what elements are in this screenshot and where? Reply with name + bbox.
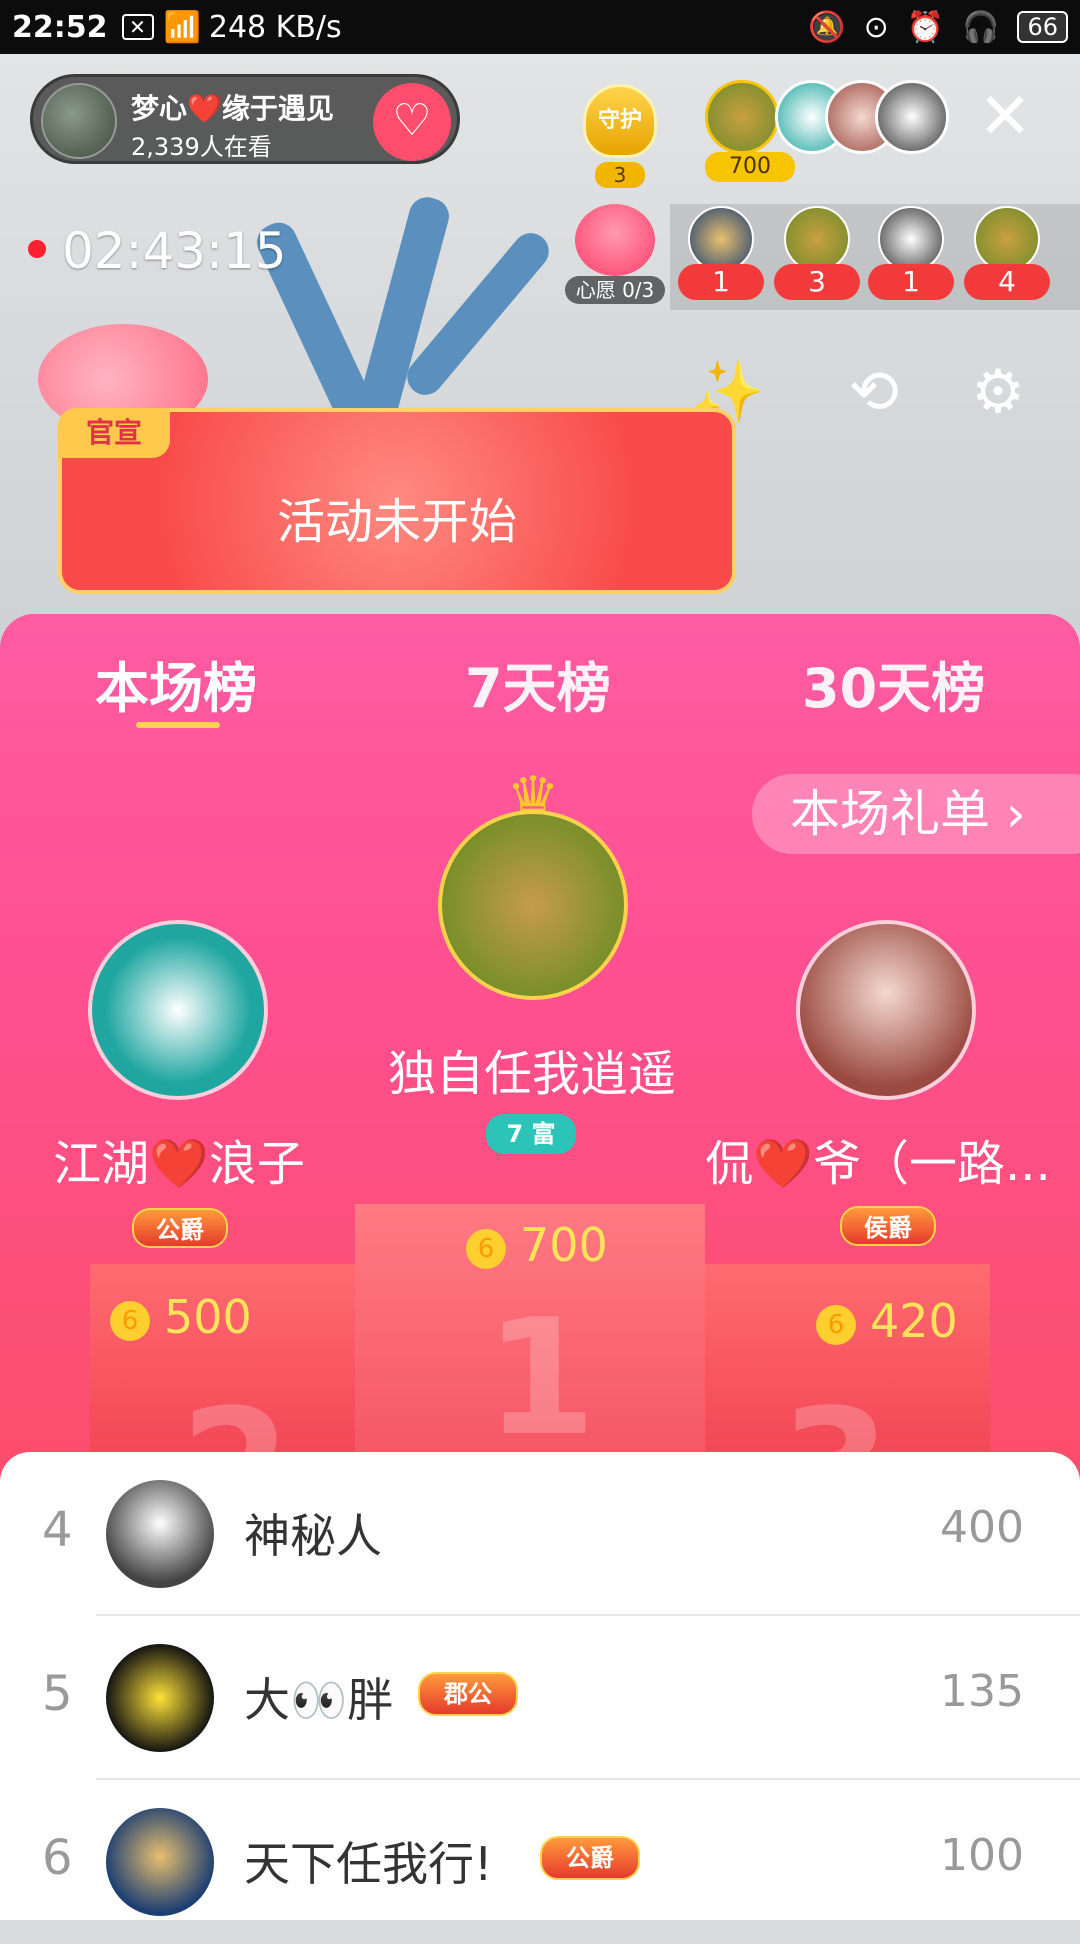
alarm-icon: ⏰ xyxy=(906,9,945,45)
rank3-title-badge: 侯爵 xyxy=(840,1206,936,1246)
wish-heart-icon xyxy=(575,204,655,276)
list-rank: 4 xyxy=(42,1502,73,1558)
live-video-area: 梦心❤️缘于遇见 2,339人在看 ♡ 守护 3 700 ✕ 02:43:15 … xyxy=(0,54,1080,654)
list-value: 400 xyxy=(940,1502,1024,1553)
ranking-list: 4 神秘人 400 5 大👀胖 郡公 135 6 天下任我行! 公爵 100 xyxy=(0,1452,1080,1920)
gifter-item[interactable]: 1 xyxy=(868,206,954,310)
list-title-badge: 公爵 xyxy=(540,1836,640,1880)
rank2-avatar[interactable] xyxy=(88,920,268,1100)
wish-widget[interactable]: 心愿 0/3 xyxy=(565,204,665,314)
list-rank: 5 xyxy=(42,1666,73,1722)
gift-list-button[interactable]: 本场礼单 › xyxy=(752,774,1080,854)
status-time: 22:52 xyxy=(12,9,108,45)
tab-7-days[interactable]: 7天榜 xyxy=(465,644,611,723)
rank1-score-value: 700 xyxy=(520,1218,608,1272)
coin-icon: 6 xyxy=(816,1304,856,1345)
gifter-strip: 1 3 1 4 xyxy=(670,204,1080,310)
camera-switch-icon[interactable]: ⟲ xyxy=(836,354,912,430)
tab-30-days[interactable]: 30天榜 xyxy=(802,644,985,723)
rank1-level-badge: 7 富 xyxy=(486,1114,576,1154)
lock-rotation-icon: ⊙ xyxy=(863,9,889,45)
list-avatar[interactable] xyxy=(106,1644,214,1752)
list-value: 100 xyxy=(940,1830,1024,1881)
list-item[interactable]: 4 神秘人 400 xyxy=(0,1452,1080,1616)
list-name: 大👀胖 xyxy=(244,1673,394,1727)
banner-text: 活动未开始 xyxy=(276,494,517,550)
rank1-avatar[interactable] xyxy=(438,810,628,1000)
guard-badge[interactable]: 守护 3 xyxy=(575,84,665,188)
follow-heart-button[interactable]: ♡ xyxy=(373,83,451,161)
mute-icon: 🔕 xyxy=(808,9,846,45)
list-item[interactable]: 6 天下任我行! 公爵 100 xyxy=(0,1780,1080,1944)
top-fans-avatars[interactable]: 700 xyxy=(705,80,949,182)
recording-dot-icon xyxy=(28,240,46,258)
coin-icon: 6 xyxy=(466,1228,506,1269)
network-speed: 248 KB/s xyxy=(208,9,342,45)
list-avatar[interactable] xyxy=(106,1808,214,1916)
gifter-avatar xyxy=(878,206,944,272)
list-name: 天下任我行! xyxy=(244,1837,493,1891)
gear-icon[interactable]: ⚙ xyxy=(960,354,1036,430)
notification-x-icon: ✕ xyxy=(121,14,154,40)
rank2-score-value: 500 xyxy=(164,1290,252,1344)
gifter-count: 3 xyxy=(774,264,860,300)
rank2-score: 6 500 xyxy=(110,1290,252,1344)
banner-tag: 官宣 xyxy=(58,408,170,458)
list-rank: 6 xyxy=(42,1830,73,1886)
rank3-score: 6 420 xyxy=(816,1294,958,1348)
activity-banner[interactable]: 官宣 活动未开始 xyxy=(58,408,736,594)
rank2-title-badge: 公爵 xyxy=(132,1208,228,1248)
list-name: 神秘人 xyxy=(244,1509,382,1563)
rank3-name: 侃❤️爷（一路... xyxy=(705,1136,1051,1192)
wifi-icon: 📶 xyxy=(163,9,201,45)
gifter-count: 1 xyxy=(868,264,954,300)
gifter-count: 4 xyxy=(964,264,1050,300)
gifter-item[interactable]: 1 xyxy=(678,206,764,310)
active-tab-indicator xyxy=(136,722,220,728)
podium-number: 1 xyxy=(485,1284,597,1471)
fan-avatar[interactable] xyxy=(705,80,779,154)
gifter-avatar xyxy=(974,206,1040,272)
live-timer: 02:43:15 xyxy=(62,222,287,280)
close-icon[interactable]: ✕ xyxy=(970,84,1040,154)
battery-indicator: 66 xyxy=(1017,11,1068,43)
list-title-badge: 郡公 xyxy=(418,1672,518,1716)
coin-icon: 6 xyxy=(110,1300,150,1341)
list-avatar[interactable] xyxy=(106,1480,214,1588)
gifter-item[interactable]: 4 xyxy=(964,206,1050,310)
top-fan-value: 700 xyxy=(705,152,795,182)
gifter-item[interactable]: 3 xyxy=(774,206,860,310)
fan-avatar[interactable] xyxy=(875,80,949,154)
gifter-count: 1 xyxy=(678,264,764,300)
rank1-score: 6 700 xyxy=(466,1218,608,1272)
guard-label: 守护 xyxy=(597,108,642,133)
status-bar: 22:52 ✕ 📶 248 KB/s 🔕 ⊙ ⏰ 🎧 66 xyxy=(0,0,1080,54)
ranking-tabs: 本场榜 7天榜 30天榜 xyxy=(0,644,1080,734)
host-name: 梦心❤️缘于遇见 xyxy=(131,92,334,125)
viewer-count: 2,339人在看 xyxy=(131,133,272,161)
wish-label: 心愿 0/3 xyxy=(565,276,665,304)
headphones-icon: 🎧 xyxy=(962,9,1000,45)
host-avatar[interactable] xyxy=(41,83,117,159)
gifter-avatar xyxy=(688,206,754,272)
gifter-avatar xyxy=(784,206,850,272)
list-item[interactable]: 5 大👀胖 郡公 135 xyxy=(0,1616,1080,1780)
tab-this-session[interactable]: 本场榜 xyxy=(95,644,257,723)
rank2-name: 江湖❤️浪子 xyxy=(53,1136,305,1192)
rank3-score-value: 420 xyxy=(870,1294,958,1348)
rank1-name: 独自任我逍遥 xyxy=(387,1046,676,1102)
status-right-icons: 🔕 ⊙ ⏰ 🎧 66 xyxy=(808,10,1068,45)
guard-count: 3 xyxy=(595,162,645,188)
rank3-avatar[interactable] xyxy=(796,920,976,1100)
list-value: 135 xyxy=(940,1666,1024,1717)
host-info-pill[interactable]: 梦心❤️缘于遇见 2,339人在看 ♡ xyxy=(30,74,460,164)
